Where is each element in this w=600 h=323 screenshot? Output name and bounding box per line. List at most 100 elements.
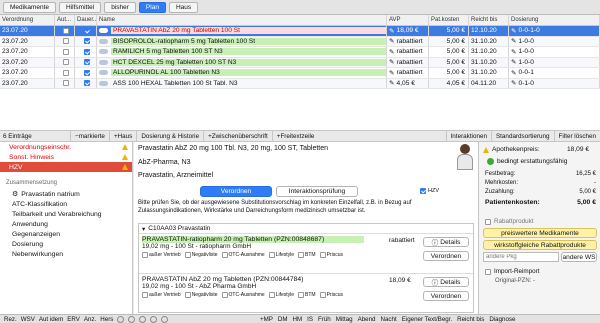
- flag-checkbox[interactable]: [142, 252, 148, 258]
- dosierung-historie-button[interactable]: Dosierung & Historie: [136, 131, 203, 141]
- marked-button[interactable]: − markierte: [70, 131, 109, 141]
- circle-icon[interactable]: [150, 315, 158, 323]
- info-link-1[interactable]: Teilbarkeit und Verabreichung: [0, 209, 132, 219]
- pencil-icon[interactable]: ✎: [389, 69, 395, 77]
- circle-icon[interactable]: [117, 315, 125, 323]
- status-right-9[interactable]: Reicht bis: [457, 316, 484, 323]
- pencil-icon[interactable]: ✎: [389, 27, 395, 35]
- andere-ws-button[interactable]: andere WS: [561, 252, 597, 262]
- col-reicht-bis[interactable]: Reicht bis: [469, 15, 509, 25]
- zwischenueberschrift-button[interactable]: + Zwischenüberschrift: [203, 131, 272, 141]
- flag-checkbox[interactable]: [184, 292, 191, 298]
- table-row[interactable]: 23.07.20 HCT DEXCEL 25 mg Tabletten 100 S…: [0, 57, 600, 68]
- pencil-icon[interactable]: ✎: [389, 79, 395, 87]
- status-item-0[interactable]: Rez.: [4, 316, 17, 323]
- hzv-toggle[interactable]: HZV: [420, 188, 439, 194]
- flag-5[interactable]: Priscus: [319, 252, 343, 258]
- flag-checkbox[interactable]: [184, 252, 191, 258]
- table-row[interactable]: 23.07.20 ALLOPURINOL AL 100 Tabletten N3 ✎…: [0, 68, 600, 79]
- edit-icon[interactable]: ✎: [511, 27, 517, 35]
- table-row[interactable]: 23.07.20 PRAVASTATIN AbZ 20 mg Tabletten …: [0, 26, 600, 37]
- flag-checkbox[interactable]: [298, 292, 305, 298]
- interaktionen-button[interactable]: Interaktionen: [445, 131, 491, 141]
- status-right-3[interactable]: IS: [307, 316, 313, 323]
- dauer-checkbox[interactable]: [83, 48, 90, 55]
- dauer-checkbox[interactable]: [83, 59, 90, 66]
- col-dosierung[interactable]: Dosierung: [509, 15, 600, 25]
- sidebar-item-sonst-hinweis[interactable]: Sonst. Hinweis: [0, 152, 132, 162]
- status-right-8[interactable]: Eigener Text/Begr.: [402, 316, 452, 323]
- aut-idem-checkbox[interactable]: [62, 48, 69, 55]
- flag-4[interactable]: BTM: [298, 292, 316, 298]
- tab-medikamente[interactable]: Medikamente: [3, 1, 57, 13]
- pencil-icon[interactable]: ✎: [389, 37, 395, 45]
- tab-bisher[interactable]: bisher: [104, 1, 136, 13]
- flag-0[interactable]: außer Vertrieb: [142, 292, 181, 298]
- status-right-7[interactable]: Nacht: [381, 316, 397, 323]
- status-item-2[interactable]: Aut idem: [39, 316, 63, 323]
- composition-item[interactable]: ⚙ Pravastatin natrium: [0, 189, 132, 199]
- flag-checkbox[interactable]: [221, 292, 228, 298]
- status-right-5[interactable]: Mittag: [336, 316, 353, 323]
- status-item-5[interactable]: Hers: [100, 316, 113, 323]
- table-row[interactable]: 23.07.20 BISOPROLOL-ratiopharm 5 mg Table…: [0, 36, 600, 47]
- flag-checkbox[interactable]: [319, 292, 326, 298]
- sidebar-item-verordnungseinschr[interactable]: Verordnungseinschr.: [0, 142, 132, 152]
- pencil-icon[interactable]: ✎: [389, 48, 395, 56]
- status-right-4[interactable]: Früh: [318, 316, 331, 323]
- flag-checkbox[interactable]: [142, 292, 148, 298]
- atc-group[interactable]: ▾ C10AA03 Pravastatin: [139, 224, 473, 233]
- hzv-checkbox[interactable]: [420, 188, 426, 194]
- info-link-3[interactable]: Gegenanzeigen: [0, 229, 132, 239]
- wirkstoffgleiche-rabattprodukte-button[interactable]: wirkstoffgleiche Rabattprodukte: [483, 240, 597, 250]
- aut-idem-checkbox[interactable]: [62, 27, 69, 34]
- flag-1[interactable]: Negativliste: [184, 252, 218, 258]
- sidebar-item-hzv[interactable]: HZV: [0, 162, 132, 172]
- flag-1[interactable]: Negativliste: [184, 292, 218, 298]
- verordnen-button[interactable]: Verordnen: [423, 291, 469, 301]
- haus-button[interactable]: + Haus: [108, 131, 136, 141]
- aut-idem-checkbox[interactable]: [62, 80, 69, 87]
- col-verordnung[interactable]: Verordnung: [0, 15, 55, 25]
- dauer-checkbox[interactable]: [83, 27, 90, 34]
- rabattprodukt-toggle[interactable]: Rabattprodukt: [485, 218, 534, 225]
- edit-icon[interactable]: ✎: [511, 37, 517, 45]
- pencil-icon[interactable]: ✎: [389, 58, 395, 66]
- dauer-checkbox[interactable]: [83, 80, 90, 87]
- andere-pkg-input[interactable]: [483, 252, 559, 262]
- flag-checkbox[interactable]: [298, 252, 305, 258]
- edit-icon[interactable]: ✎: [511, 69, 517, 77]
- tab-interaktionspruefung[interactable]: Interaktionsprüfung: [276, 186, 358, 197]
- dauer-checkbox[interactable]: [83, 69, 90, 76]
- col-avp[interactable]: AVP: [387, 15, 429, 25]
- col-name[interactable]: Name: [97, 15, 387, 25]
- info-link-5[interactable]: Nebenwirkungen: [0, 249, 132, 259]
- flag-checkbox[interactable]: [268, 252, 275, 258]
- details-button[interactable]: ⓘ Details: [423, 277, 469, 287]
- import-toggle[interactable]: Import-Reimport: [485, 268, 540, 275]
- flag-5[interactable]: Priscus: [319, 292, 343, 298]
- info-link-2[interactable]: Anwendung: [0, 219, 132, 229]
- status-item-1[interactable]: WSV: [21, 316, 35, 323]
- dauer-checkbox[interactable]: [83, 38, 90, 45]
- flag-checkbox[interactable]: [221, 252, 228, 258]
- flag-3[interactable]: Lifestyle: [268, 252, 294, 258]
- standardsortierung-button[interactable]: Standardsortierung: [490, 131, 554, 141]
- alternative-item[interactable]: PRAVASTATIN-ratiopharm 20 mg Tabletten (…: [139, 233, 473, 273]
- flag-2[interactable]: OTC-Ausnahme: [221, 292, 265, 298]
- aut-idem-checkbox[interactable]: [62, 69, 69, 76]
- status-right-1[interactable]: DM: [278, 316, 288, 323]
- status-item-4[interactable]: Anz.: [84, 316, 96, 323]
- status-item-3[interactable]: ERV: [67, 316, 80, 323]
- info-link-0[interactable]: ATC-Klassifikation: [0, 199, 132, 209]
- flag-checkbox[interactable]: [268, 292, 275, 298]
- flag-4[interactable]: BTM: [298, 252, 316, 258]
- table-row[interactable]: 23.07.20 RAMILICH 5 mg Tabletten 100 ST N…: [0, 47, 600, 58]
- import-checkbox[interactable]: [485, 268, 491, 275]
- freitextzeile-button[interactable]: + Freitextzeile: [271, 131, 319, 141]
- preiswertere-medikamente-button[interactable]: preiswertere Medikamente: [483, 228, 597, 238]
- filter-loeschen-button[interactable]: Filter löschen: [553, 131, 600, 141]
- rabattprodukt-checkbox[interactable]: [485, 218, 491, 225]
- alternative-item[interactable]: PRAVASTATIN AbZ 20 mg Tabletten (PZN:008…: [139, 273, 473, 313]
- circle-icon[interactable]: [161, 315, 169, 323]
